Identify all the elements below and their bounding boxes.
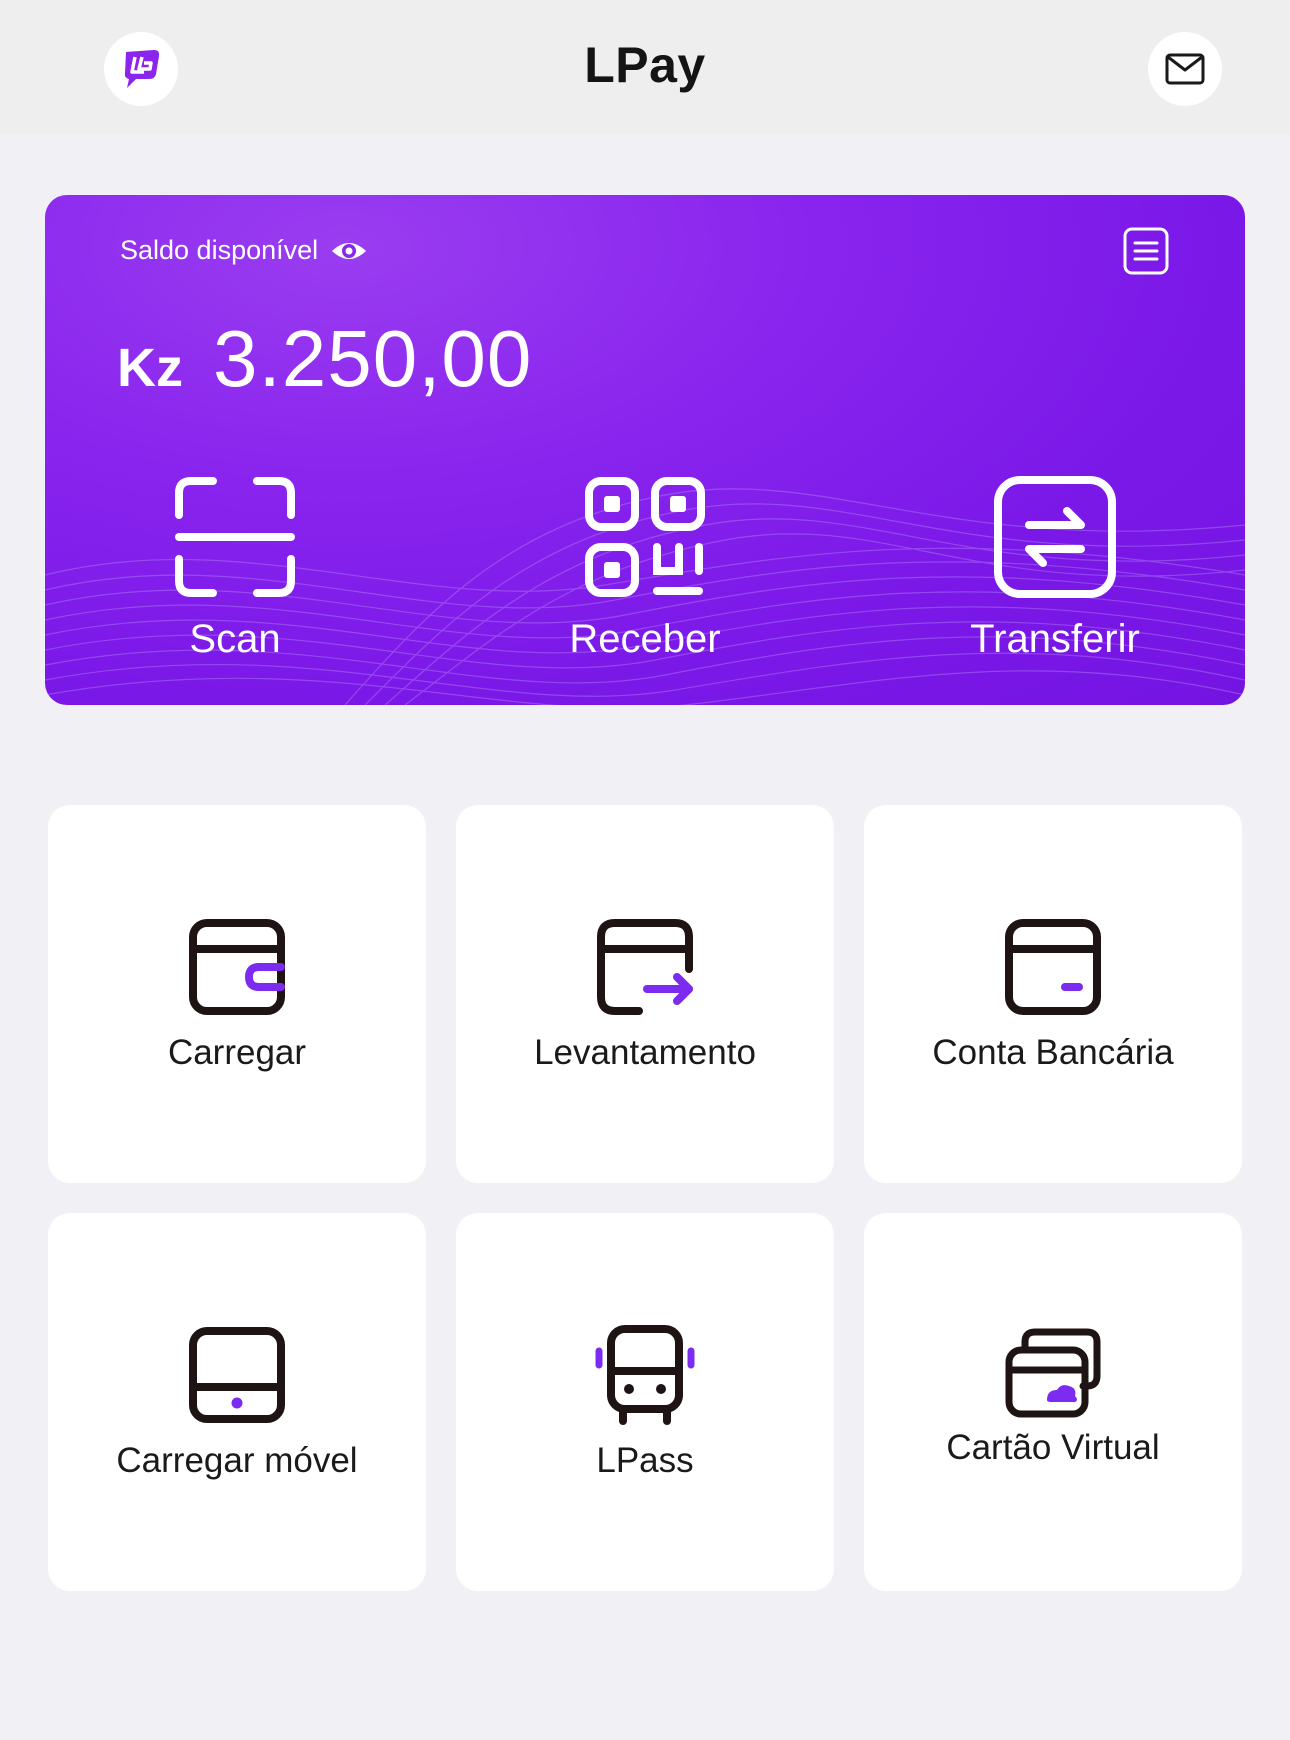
balance-card: Saldo disponível Kz 3.250,00 Scan Recebe… [45,195,1245,705]
service-tile-cartao-virtual[interactable]: Cartão Virtual [864,1213,1242,1591]
service-tile-carregar[interactable]: Carregar [48,805,426,1183]
service-label-carregar-movel: Carregar móvel [116,1441,358,1480]
balance-label: Saldo disponível [120,235,319,265]
mobile-topup-icon [189,1327,285,1423]
transfer-icon [994,476,1116,598]
service-tile-carregar-movel[interactable]: Carregar móvel [48,1213,426,1591]
scan-icon [175,477,295,597]
service-tile-conta-bancaria[interactable]: Conta Bancária [864,805,1242,1183]
service-label-levantamento: Levantamento [534,1033,756,1072]
qr-code-icon [585,477,705,597]
receive-label: Receber [569,617,721,661]
currency-label: Kz [117,338,183,398]
balance-amount: 3.250,00 [213,314,533,403]
service-tile-lpass[interactable]: LPass [456,1213,834,1591]
service-label-conta-bancaria: Conta Bancária [932,1033,1174,1072]
scan-label: Scan [189,617,281,661]
service-label-carregar: Carregar [167,1033,307,1072]
transfer-label: Transferir [970,617,1140,661]
wallet-icon [189,919,285,1015]
app-header: LPay [0,0,1290,134]
mail-icon [1165,53,1205,85]
messages-button[interactable] [1148,32,1222,106]
balance-label-row: Saldo disponível [120,235,368,266]
virtual-card-icon [1005,1328,1101,1418]
eye-icon[interactable] [330,238,368,264]
bank-card-icon [1005,919,1101,1015]
receive-button[interactable]: Receber [515,475,775,662]
balance-amount-row: Kz 3.250,00 [117,313,532,405]
service-label-cartao-virtual: Cartão Virtual [946,1428,1160,1467]
withdraw-icon [597,919,693,1015]
service-tile-levantamento[interactable]: Levantamento [456,805,834,1183]
service-label-lpass: LPass [596,1441,694,1480]
transfer-button[interactable]: Transferir [925,475,1185,662]
bus-icon [595,1325,695,1425]
scan-button[interactable]: Scan [105,475,365,662]
statement-icon[interactable] [1123,227,1169,275]
app-title: LPay [584,37,706,93]
